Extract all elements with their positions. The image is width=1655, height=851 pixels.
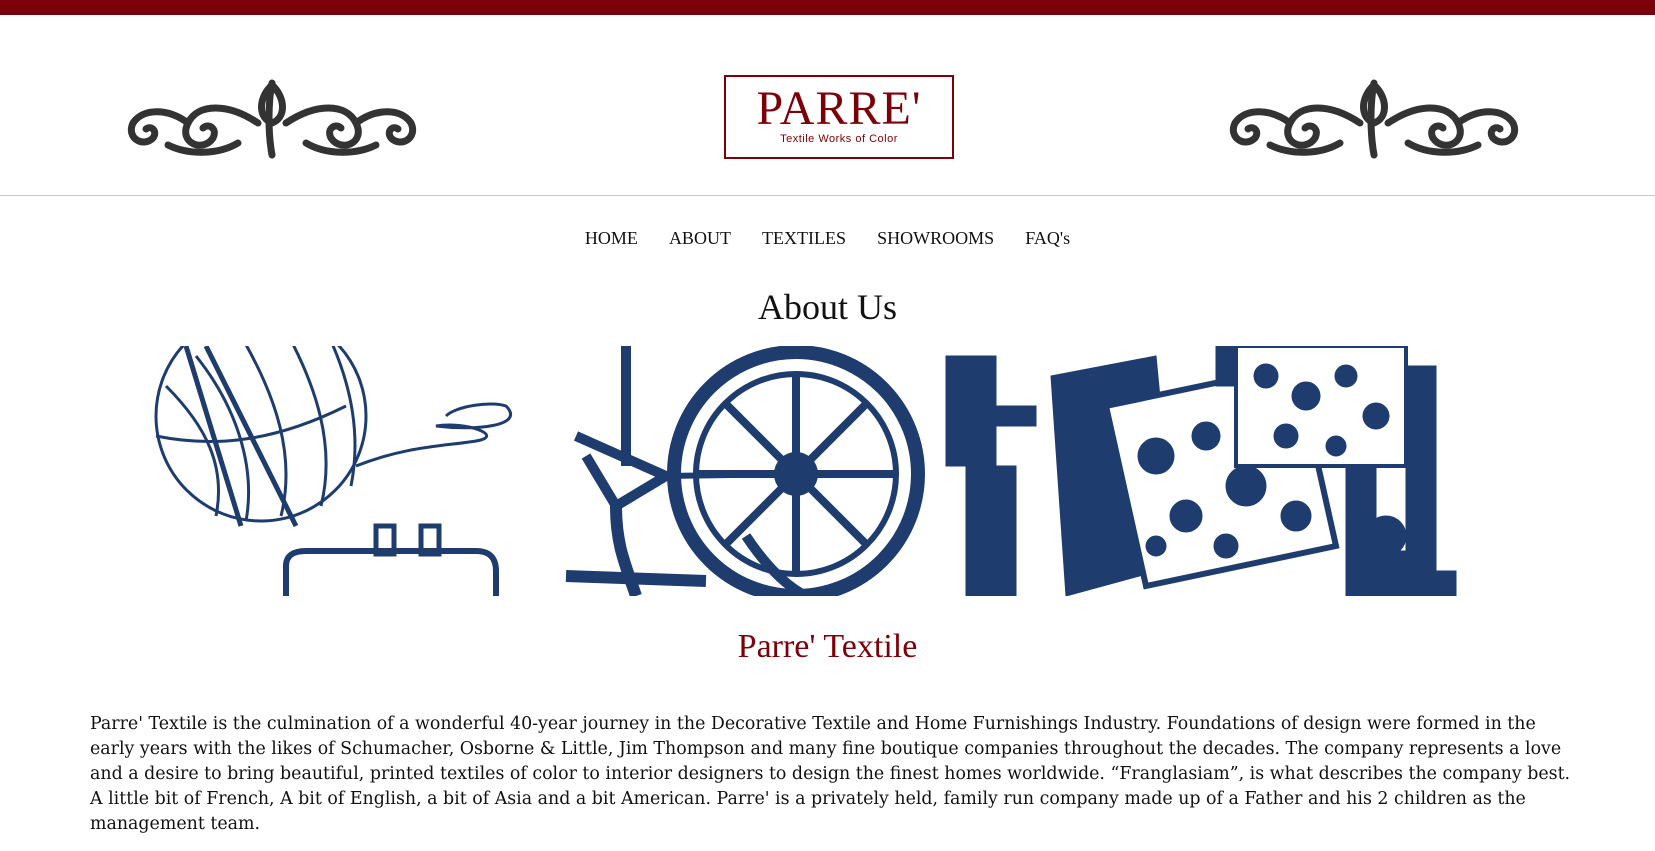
nav-textiles[interactable]: TEXTILES — [762, 228, 846, 249]
about-banner-image — [146, 346, 1510, 596]
about-description: Parre' Textile is the culmination of a w… — [90, 714, 1571, 834]
site-header: PARRE' Textile Works of Color — [0, 15, 1655, 196]
nav-faqs[interactable]: FAQ's — [1025, 228, 1070, 249]
main-nav: HOME ABOUT TEXTILES SHOWROOMS FAQ's — [0, 228, 1655, 249]
section-title: Parre' Textile — [737, 628, 918, 665]
logo-name: PARRE' — [756, 82, 922, 135]
nav-home[interactable]: HOME — [585, 228, 638, 249]
scroll-ornament-icon — [127, 79, 417, 159]
nav-showrooms[interactable]: SHOWROOMS — [877, 228, 994, 249]
yarn-ball-icon — [154, 346, 512, 596]
page-title: About Us — [757, 287, 897, 327]
top-accent-bar — [0, 0, 1655, 15]
nav-about[interactable]: ABOUT — [669, 228, 731, 249]
brand-logo[interactable]: PARRE' Textile Works of Color — [724, 75, 954, 159]
textile-printing-icon — [945, 346, 1457, 596]
scroll-ornament-icon — [1229, 79, 1519, 159]
spinning-wheel-icon — [565, 346, 925, 596]
